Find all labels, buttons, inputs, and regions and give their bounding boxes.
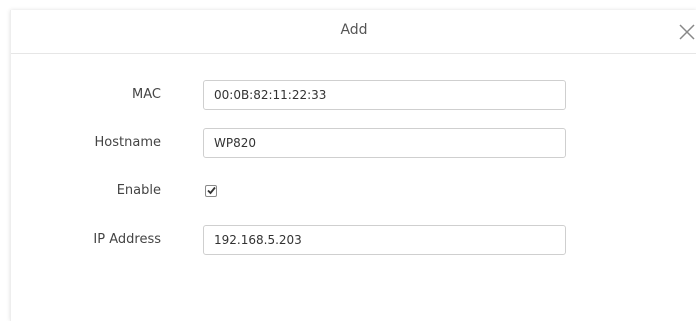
hostname-row: Hostname <box>11 128 696 158</box>
mac-field[interactable] <box>203 80 566 110</box>
close-button[interactable] <box>677 22 696 42</box>
ip-address-label: IP Address <box>93 232 161 247</box>
checkmark-icon <box>207 186 216 195</box>
ip-address-row: IP Address <box>11 225 696 255</box>
add-dialog: Add MAC Hostname Enable <box>10 10 696 321</box>
enable-label: Enable <box>116 183 161 198</box>
dialog-title: Add <box>340 22 368 38</box>
mac-label: MAC <box>132 87 161 102</box>
close-icon <box>679 24 695 40</box>
mac-row: MAC <box>11 80 696 110</box>
enable-checkbox[interactable] <box>205 185 217 197</box>
ip-address-field[interactable] <box>203 225 566 255</box>
dialog-header: Add <box>11 10 696 54</box>
hostname-field[interactable] <box>203 128 566 158</box>
enable-row: Enable <box>11 176 696 206</box>
hostname-label: Hostname <box>94 135 161 150</box>
page: Add MAC Hostname Enable <box>0 0 696 321</box>
